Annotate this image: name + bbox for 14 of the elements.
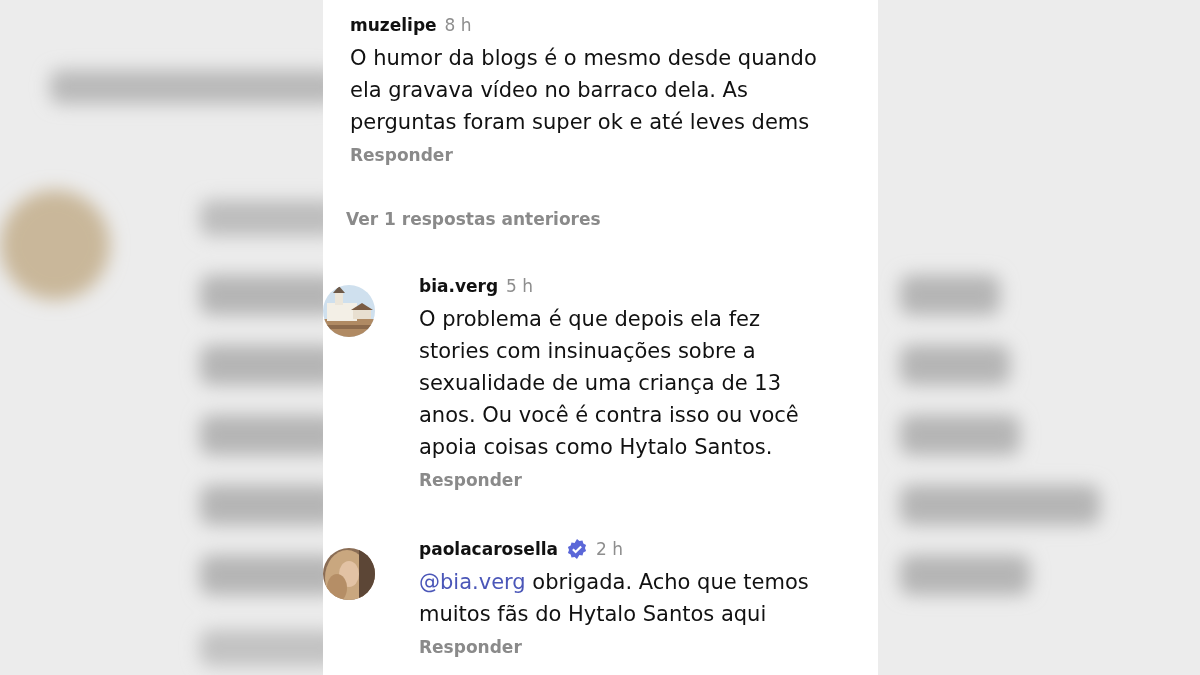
comment-text: @bia.verg obrigada. Acho que temos muitos fãs do Hytalo Santos aqui xyxy=(419,569,809,628)
username[interactable]: muzelipe xyxy=(350,15,437,35)
timestamp: 8 h xyxy=(444,15,472,35)
comment-text: O humor da blogs é o mesmo desde quando ela gravava vídeo no barraco dela. As perguntas foram super ok e até leves dems xyxy=(350,45,817,136)
timestamp: 2 h xyxy=(596,539,623,559)
username[interactable]: bia.verg xyxy=(419,276,499,296)
comment-text: O problema é que depois ela fez stories com insinuações sobre a sexualidade de uma criança de 13 anos. Ou você é contra isso ou você apoia coisas como Hytalo Santos. xyxy=(419,306,799,461)
mention-link[interactable]: @bia.verg xyxy=(419,570,526,594)
reply-button[interactable]: Responder xyxy=(350,145,453,165)
timestamp: 5 h xyxy=(506,276,534,296)
view-replies-link[interactable]: Ver 1 respostas anteriores xyxy=(346,209,601,229)
reply-button[interactable]: Responder xyxy=(419,637,522,657)
reply-button[interactable]: Responder xyxy=(419,470,522,490)
username[interactable]: paolacarosella xyxy=(419,539,558,559)
